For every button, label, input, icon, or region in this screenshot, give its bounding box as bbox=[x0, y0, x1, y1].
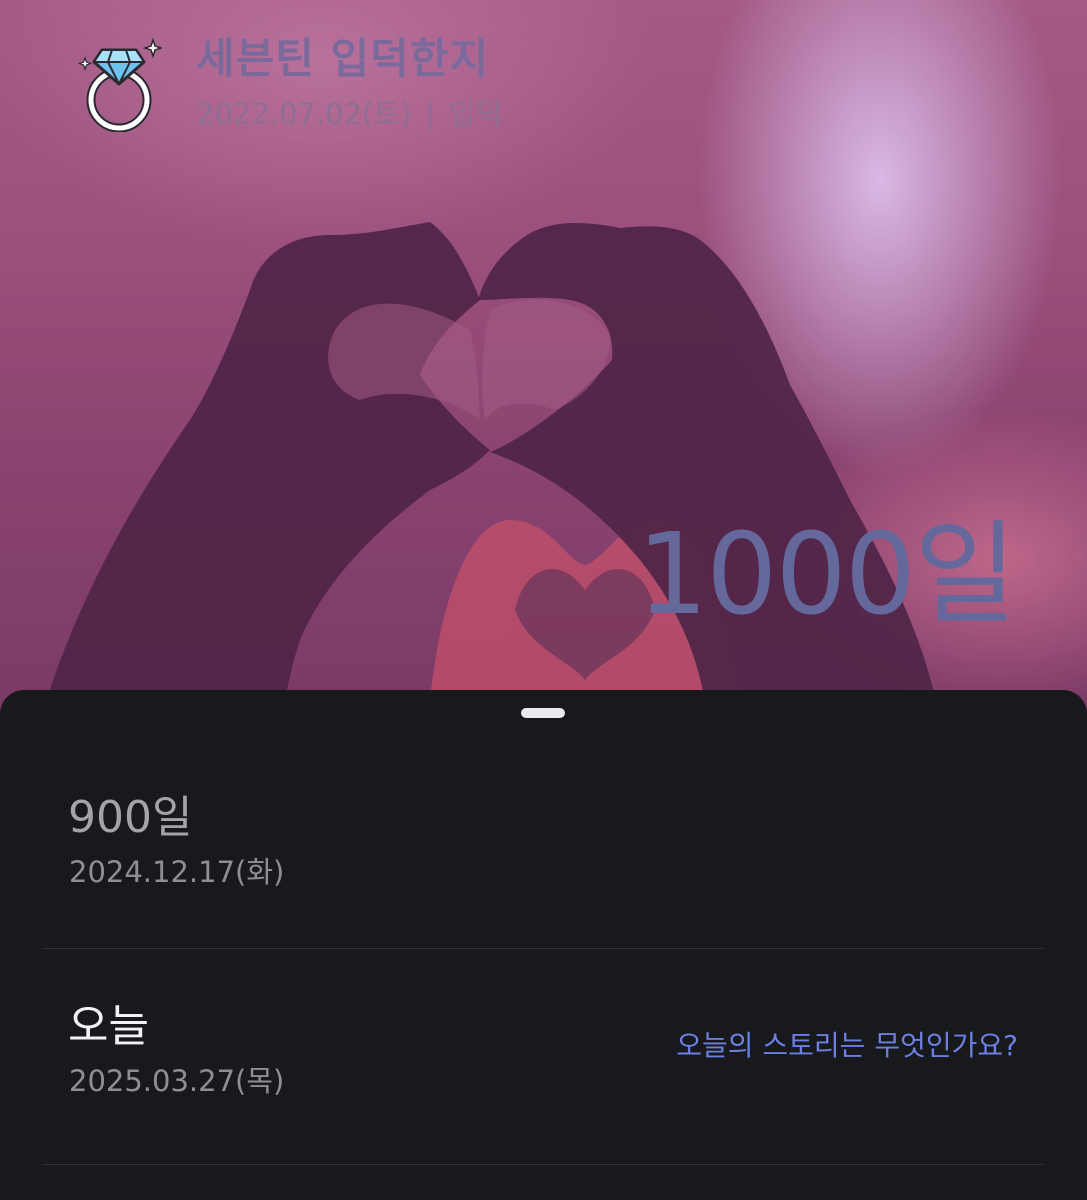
bottom-sheet[interactable]: 900일 2024.12.17(화) 오늘 2025.03.27(목) 오늘의 … bbox=[0, 690, 1087, 1200]
app-header: 세븐틴 입덕한지 2022.07.02(토) | 입덕 bbox=[78, 34, 503, 134]
milestone-label: 900일 bbox=[68, 792, 193, 843]
left-arm-silhouette bbox=[40, 222, 490, 720]
diamond-ring-icon bbox=[78, 37, 162, 132]
separator: | bbox=[425, 97, 436, 131]
start-date-line: 2022.07.02(토) | 입덕 bbox=[196, 94, 503, 134]
today-label: 오늘 bbox=[68, 1001, 149, 1052]
event-label: 입덕 bbox=[449, 97, 503, 131]
milestone-date: 2024.12.17(화) bbox=[69, 855, 285, 889]
header-text: 세븐틴 입덕한지 2022.07.02(토) | 입덕 bbox=[196, 34, 503, 134]
day-count: 1000일 bbox=[636, 510, 1017, 640]
today-date: 2025.03.27(목) bbox=[69, 1064, 285, 1098]
start-date: 2022.07.02(토) bbox=[196, 97, 412, 131]
background-photo: 세븐틴 입덕한지 2022.07.02(토) | 입덕 1000일 bbox=[0, 0, 1087, 720]
today-row[interactable]: 오늘 2025.03.27(목) 오늘의 스토리는 무엇인가요? bbox=[43, 949, 1043, 1165]
sheet-drag-handle[interactable] bbox=[521, 708, 565, 718]
milestone-row[interactable]: 900일 2024.12.17(화) bbox=[43, 735, 1043, 949]
add-story-link[interactable]: 오늘의 스토리는 무엇인가요? bbox=[676, 1026, 1018, 1066]
page-title: 세븐틴 입덕한지 bbox=[196, 34, 490, 83]
